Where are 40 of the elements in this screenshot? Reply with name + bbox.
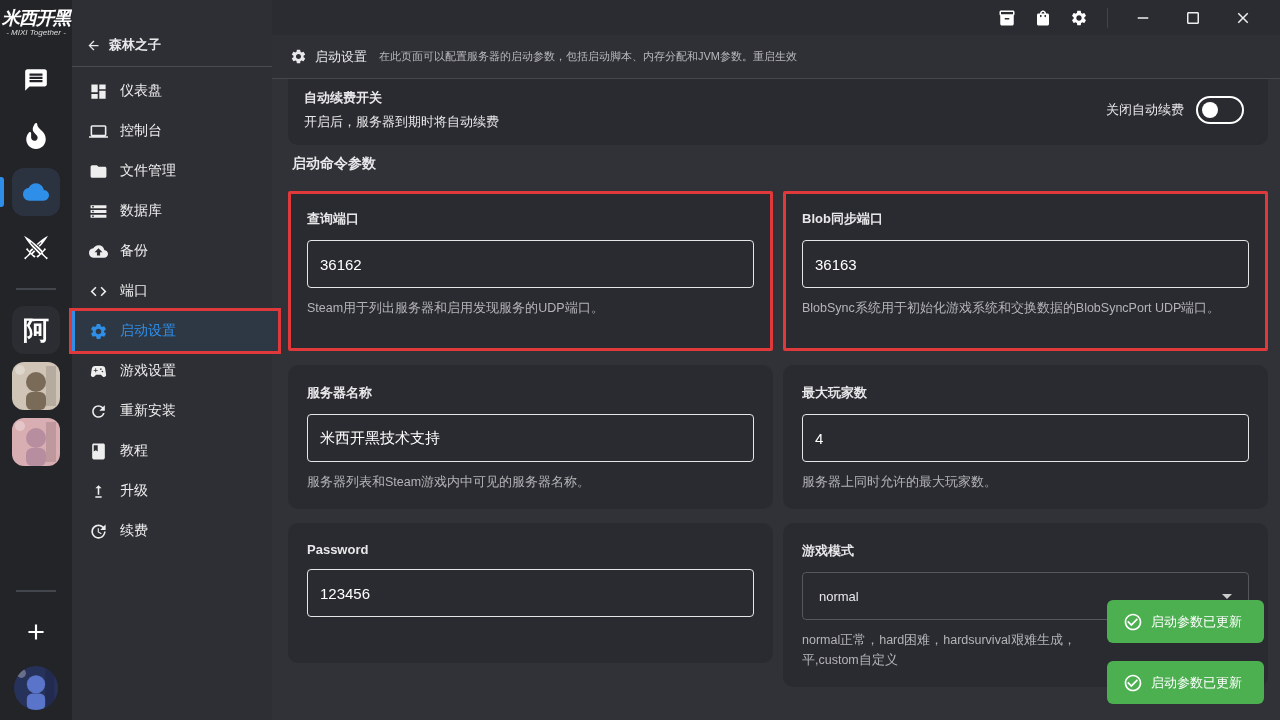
field-label: 最大玩家数 bbox=[802, 384, 868, 402]
nav-item[interactable]: 备份 bbox=[72, 231, 272, 271]
field-label: Password bbox=[307, 542, 370, 557]
nav-item[interactable]: 游戏设置 bbox=[72, 351, 272, 391]
input-field[interactable]: 36163 bbox=[802, 240, 1249, 288]
field-description: 服务器列表和Steam游戏内中可见的服务器名称。 bbox=[307, 474, 592, 491]
nav-item[interactable]: 重新安装 bbox=[72, 391, 272, 431]
card-description: 开启后，服务器到期时将自动续费 bbox=[304, 113, 499, 131]
input-field[interactable]: 123456 bbox=[307, 569, 754, 617]
server-name: 森林之子 bbox=[109, 36, 161, 54]
field-label: Blob同步端口 bbox=[802, 210, 884, 228]
field-label: 查询端口 bbox=[307, 210, 360, 228]
input-field[interactable]: 米西开黑技术支持 bbox=[307, 414, 754, 462]
section-title: 启动命令参数 bbox=[291, 154, 377, 173]
field-label: 游戏模式 bbox=[802, 542, 855, 560]
nav-item[interactable]: 升级 bbox=[72, 471, 272, 511]
nav-item[interactable]: 端口 bbox=[72, 271, 272, 311]
nav-item[interactable]: 教程 bbox=[72, 431, 272, 471]
nav-item[interactable]: 仪表盘 bbox=[72, 71, 272, 111]
nav-item[interactable]: 启动设置 bbox=[72, 311, 278, 351]
toast: 启动参数已更新 bbox=[1107, 661, 1264, 704]
input-field[interactable]: 36162 bbox=[307, 240, 754, 288]
server-button[interactable]: 阿 bbox=[12, 306, 60, 354]
input-field[interactable]: 4 bbox=[802, 414, 1249, 462]
nav-item[interactable]: 文件管理 bbox=[72, 151, 272, 191]
nav-item[interactable]: 数据库 bbox=[72, 191, 272, 231]
field-description: Steam用于列出服务器和启用发现服务的UDP端口。 bbox=[307, 300, 605, 317]
nav-item[interactable]: 续费 bbox=[72, 511, 272, 551]
page-title: 启动设置 bbox=[315, 47, 367, 66]
nav-item[interactable]: 控制台 bbox=[72, 111, 272, 151]
field-description: BlobSync系统用于初始化游戏系统和交换数据的BlobSyncPort UDP端口。 bbox=[802, 300, 1222, 317]
toggle-label: 关闭自动续费 bbox=[1106, 101, 1184, 119]
field-description: 平,custom自定义 bbox=[802, 652, 899, 669]
app-logo: 米西开黑 - MIXI Together - bbox=[2, 6, 70, 39]
field-description: normal正常，hard困难，hardsurvival艰难生成， bbox=[802, 632, 1077, 649]
toast: 启动参数已更新 bbox=[1107, 600, 1264, 643]
page-subtitle: 在此页面可以配置服务器的启动参数，包括启动脚本、内存分配和JVM参数。重启生效 bbox=[379, 49, 797, 64]
field-label: 服务器名称 bbox=[307, 384, 373, 402]
card-title: 自动续费开关 bbox=[304, 89, 383, 107]
field-description: 服务器上同时允许的最大玩家数。 bbox=[802, 474, 998, 491]
